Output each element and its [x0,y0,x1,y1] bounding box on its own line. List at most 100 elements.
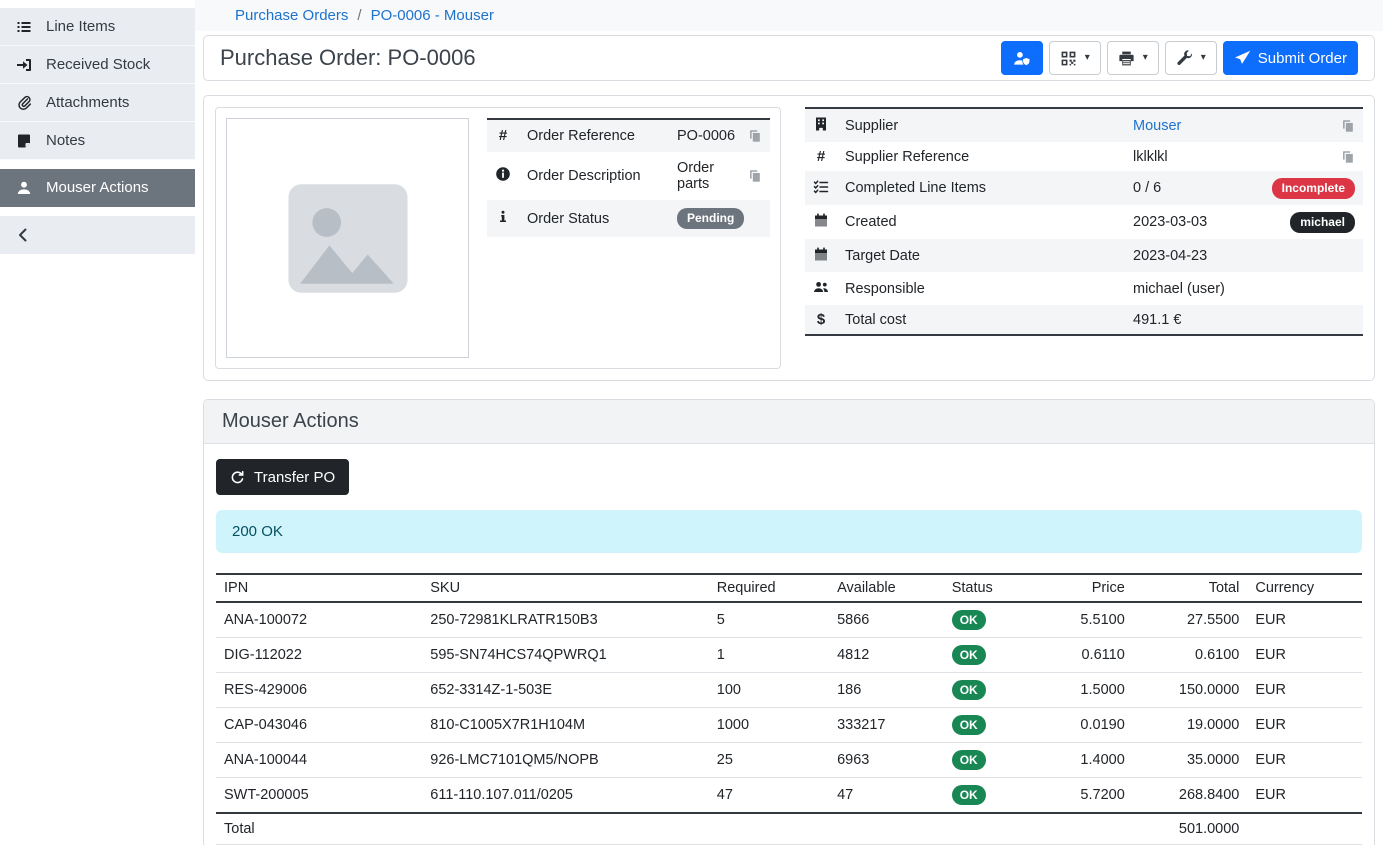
cell-required: 1000 [709,708,829,743]
order-thumbnail[interactable] [226,118,469,358]
chevron-left-icon [15,227,31,243]
cell-price: 1.4000 [1035,743,1132,778]
sidebar-item-mouser-actions[interactable]: Mouser Actions [0,169,195,207]
order-summary-box: #Order ReferencePO-0006Order Description… [215,107,781,369]
cell-ipn: ANA-100044 [216,743,422,778]
sidebar-item-attachments[interactable]: Attachments [0,84,195,122]
user-icon [15,180,33,196]
detail-value: michael (user) [1133,281,1225,297]
detail-label: Order Reference [519,119,669,152]
copy-icon[interactable] [1341,150,1355,164]
breadcrumb-separator: / [357,7,361,24]
sidebar-item-received-stock[interactable]: Received Stock [0,46,195,84]
cell-ipn: CAP-043046 [216,708,422,743]
cell-required: 25 [709,743,829,778]
submit-order-button[interactable]: Submit Order [1223,41,1358,75]
paperclip-icon [15,95,33,111]
panel-body: Transfer PO 200 OK IPNSKURequiredAvailab… [204,444,1374,845]
sidebar-collapse-button[interactable] [0,216,195,254]
cell-sku: 250-72981KLRATR150B3 [422,602,709,638]
cell-ipn: SWT-200005 [216,778,422,814]
barcode-actions-button[interactable]: ▾ [1049,41,1101,75]
line-items-table: IPNSKURequiredAvailableStatusPriceTotalC… [216,573,1362,845]
detail-label: Created [837,205,1125,239]
cell-ipn: RES-429006 [216,673,422,708]
user-shield-icon [1013,50,1030,67]
column-header-required: Required [709,574,829,602]
copy-icon[interactable] [748,129,762,143]
info-icon [495,209,511,225]
table-row: DIG-112022595-SN74HCS74QPWRQ114812OK0.61… [216,638,1362,673]
cell-status: OK [944,638,1036,673]
breadcrumb-current-order[interactable]: PO-0006 - Mouser [371,7,494,24]
user-roles-button[interactable] [1001,41,1043,75]
sidebar-item-label: Line Items [46,18,115,35]
column-header-sku: SKU [422,574,709,602]
cell-ipn: ANA-100072 [216,602,422,638]
cell-price: 5.5100 [1035,602,1132,638]
detail-label: Supplier [837,108,1125,142]
cell-price: 1.5000 [1035,673,1132,708]
sidebar-item-label: Attachments [46,94,129,111]
info-circle-icon [495,166,511,182]
cell-status: OK [944,673,1036,708]
panel-title: Mouser Actions [204,400,1374,444]
order-actions-button[interactable]: ▾ [1165,41,1217,75]
cell-sku: 926-LMC7101QM5/NOPB [422,743,709,778]
breadcrumb: Purchase Orders / PO-0006 - Mouser [195,0,1383,31]
print-actions-button[interactable]: ▾ [1107,41,1159,75]
transfer-po-label: Transfer PO [254,469,335,486]
cell-available: 6963 [829,743,944,778]
cell-total: 35.0000 [1133,743,1248,778]
cell-sku: 810-C1005X7R1H104M [422,708,709,743]
column-header-price: Price [1035,574,1132,602]
detail-label: Responsible [837,272,1125,305]
sidebar-item-label: Mouser Actions [46,179,149,196]
sidebar: Line Items Received Stock Attachments Notes… [0,0,195,794]
main-content: Purchase Orders / PO-0006 - Mouser Purch… [195,0,1383,794]
status-ok-badge: OK [952,785,986,805]
detail-row: Supplier Mouser [805,108,1363,142]
cell-status: OK [944,778,1036,814]
cell-price: 0.0190 [1035,708,1132,743]
cell-currency: EUR [1247,602,1362,638]
status-badge: michael [1290,212,1355,233]
cell-currency: EUR [1247,638,1362,673]
printer-icon [1118,50,1135,67]
detail-value: 2023-03-03 [1133,214,1207,230]
table-body: ANA-100072250-72981KLRATR150B355866OK5.5… [216,602,1362,813]
sidebar-menu: Line Items Received Stock Attachments Notes… [0,8,195,207]
cell-available: 4812 [829,638,944,673]
cell-required: 47 [709,778,829,814]
cell-price: 0.6110 [1035,638,1132,673]
chevron-down-icon: ▾ [1201,53,1206,63]
detail-value: 491.1 € [1133,312,1181,328]
cell-available: 186 [829,673,944,708]
column-header-total: Total [1133,574,1248,602]
copy-icon[interactable] [748,169,762,183]
detail-value: 0 / 6 [1133,180,1161,196]
table-row: RES-429006652-3314Z-1-503E100186OK1.5000… [216,673,1362,708]
cell-total: 0.6100 [1133,638,1248,673]
calendar-icon [813,246,829,262]
table-row: CAP-043046810-C1005X7R1H104M1000333217OK… [216,708,1362,743]
detail-row: Created 2023-03-03 michael [805,205,1363,239]
header-toolbar: ▾▾▾Submit Order [1001,41,1358,75]
sidebar-item-notes[interactable]: Notes [0,122,195,160]
detail-value: Order parts [677,160,740,192]
list-check-icon [813,178,829,194]
calendar-icon [813,212,829,228]
detail-row: Completed Line Items0 / 6Incomplete [805,171,1363,205]
copy-icon[interactable] [1341,119,1355,133]
detail-row: #Supplier Referencelklklkl [805,142,1363,171]
breadcrumb-purchase-orders[interactable]: Purchase Orders [235,7,348,24]
status-ok-badge: OK [952,680,986,700]
supplier-link[interactable]: Mouser [1133,118,1181,134]
cell-currency: EUR [1247,673,1362,708]
sidebar-item-line-items[interactable]: Line Items [0,8,195,46]
cell-status: OK [944,708,1036,743]
status-badge: Pending [677,208,744,229]
table-row: ANA-100044926-LMC7101QM5/NOPB256963OK1.4… [216,743,1362,778]
transfer-po-button[interactable]: Transfer PO [216,459,349,495]
sidebar-item-label: Received Stock [46,56,150,73]
